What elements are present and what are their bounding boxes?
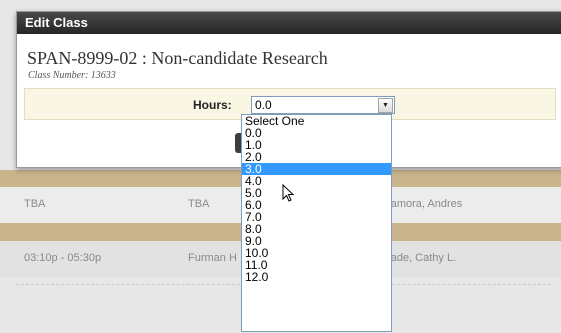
hours-option[interactable]: 7.0 xyxy=(242,211,391,223)
hours-option[interactable]: 4.0 xyxy=(242,175,391,187)
chevron-down-icon[interactable]: ▼ xyxy=(378,98,393,113)
course-name: Non-candidate Research xyxy=(151,48,328,68)
hours-option[interactable]: 6.0 xyxy=(242,199,391,211)
row-location: TBA xyxy=(188,198,210,210)
class-number: Class Number: 13633 xyxy=(28,70,116,81)
row-time: TBA xyxy=(24,198,46,210)
dialog-title: Edit Class xyxy=(17,12,561,34)
hours-dropdown-list[interactable]: Select One 0.0 1.0 2.0 3.0 4.0 5.0 6.0 7.0 8.0 9.0… xyxy=(241,114,392,332)
row-time: 03:10p - 05:30p xyxy=(24,252,102,264)
heading-separator: : xyxy=(141,48,147,68)
hours-option[interactable]: Select One xyxy=(242,115,391,127)
course-code: SPAN-8999-02 xyxy=(27,48,138,68)
row-instructor: Zamora, Andres xyxy=(384,198,463,210)
hours-select-value: 0.0 xyxy=(255,98,272,112)
hours-option[interactable]: 0.0 xyxy=(242,127,391,139)
hours-label: Hours: xyxy=(193,98,232,112)
hours-option[interactable]: 8.0 xyxy=(242,223,391,235)
hours-option[interactable]: 12.0 xyxy=(242,271,391,283)
course-heading: SPAN-8999-02 : Non-candidate Research xyxy=(27,48,328,69)
hours-select[interactable]: 0.0 ▼ xyxy=(251,96,395,114)
hours-option[interactable]: 2.0 xyxy=(242,151,391,163)
row-location: Furman H xyxy=(188,252,237,264)
row-instructor: Irade, Cathy L. xyxy=(384,252,457,264)
hours-option[interactable]: 3.0 xyxy=(242,163,391,175)
hours-option[interactable]: 5.0 xyxy=(242,187,391,199)
hours-option[interactable]: 1.0 xyxy=(242,139,391,151)
mouse-pointer-icon xyxy=(282,184,295,202)
